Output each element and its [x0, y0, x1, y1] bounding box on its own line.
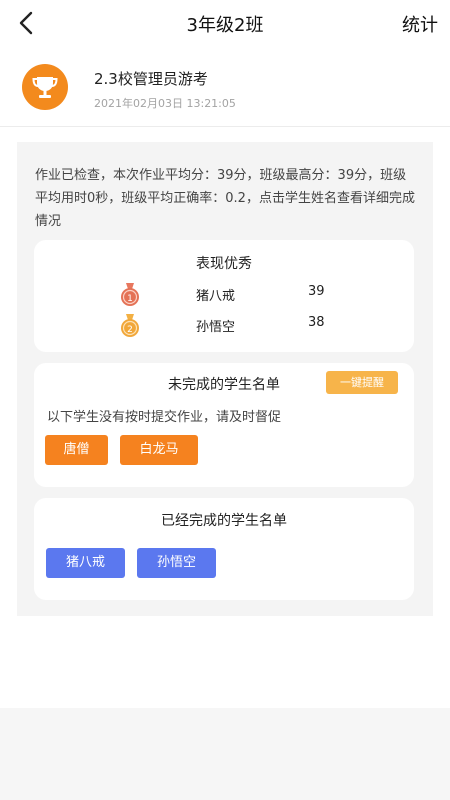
unfinished-card: 未完成的学生名单 一键提醒 以下学生没有按时提交作业，请及时督促 唐僧 白龙马 — [34, 363, 414, 487]
homework-title: 2.3校管理员游考 — [94, 70, 208, 88]
excellent-row[interactable]: 2 孙悟空 38 — [34, 312, 414, 338]
excellent-student-score: 38 — [308, 315, 325, 330]
excellent-student-name[interactable]: 孙悟空 — [196, 316, 235, 335]
remind-all-button[interactable]: 一键提醒 — [326, 371, 398, 394]
silver-medal-icon: 2 — [121, 314, 139, 337]
excellent-student-name[interactable]: 猪八戒 — [196, 285, 235, 304]
bottom-area — [0, 708, 450, 800]
finished-title: 已经完成的学生名单 — [161, 513, 287, 529]
finished-card: 已经完成的学生名单 猪八戒 孙悟空 — [34, 498, 414, 600]
excellent-title: 表现优秀 — [196, 256, 252, 272]
gold-medal-icon: 1 — [121, 283, 139, 306]
trophy-icon — [22, 64, 68, 110]
excellent-student-score: 39 — [308, 284, 325, 299]
homework-header: 2.3校管理员游考 2021年02月03日 13:21:05 — [0, 58, 450, 126]
statistics-button[interactable]: 统计 — [402, 11, 438, 37]
finished-student-chip[interactable]: 猪八戒 — [46, 548, 125, 578]
svg-text:1: 1 — [127, 294, 133, 304]
page-title: 3年级2班 — [186, 15, 264, 36]
finished-student-chip[interactable]: 孙悟空 — [137, 548, 216, 578]
unfinished-student-chip[interactable]: 唐僧 — [45, 435, 108, 465]
svg-text:2: 2 — [127, 325, 133, 335]
nav-bar: 3年级2班 统计 — [0, 0, 450, 46]
results-summary: 作业已检查，本次作业平均分：39分，班级最高分：39分，班级平均用时0秒，班级平… — [35, 168, 415, 229]
excellent-card: 表现优秀 1 猪八戒 39 2 孙悟空 38 — [34, 240, 414, 352]
results-panel: 作业已检查，本次作业平均分：39分，班级最高分：39分，班级平均用时0秒，班级平… — [17, 142, 433, 616]
excellent-row[interactable]: 1 猪八戒 39 — [34, 281, 414, 307]
homework-timestamp: 2021年02月03日 13:21:05 — [94, 97, 236, 110]
header-divider — [0, 126, 450, 127]
unfinished-student-chip[interactable]: 白龙马 — [120, 435, 198, 465]
unfinished-note: 以下学生没有按时提交作业，请及时督促 — [47, 410, 282, 425]
